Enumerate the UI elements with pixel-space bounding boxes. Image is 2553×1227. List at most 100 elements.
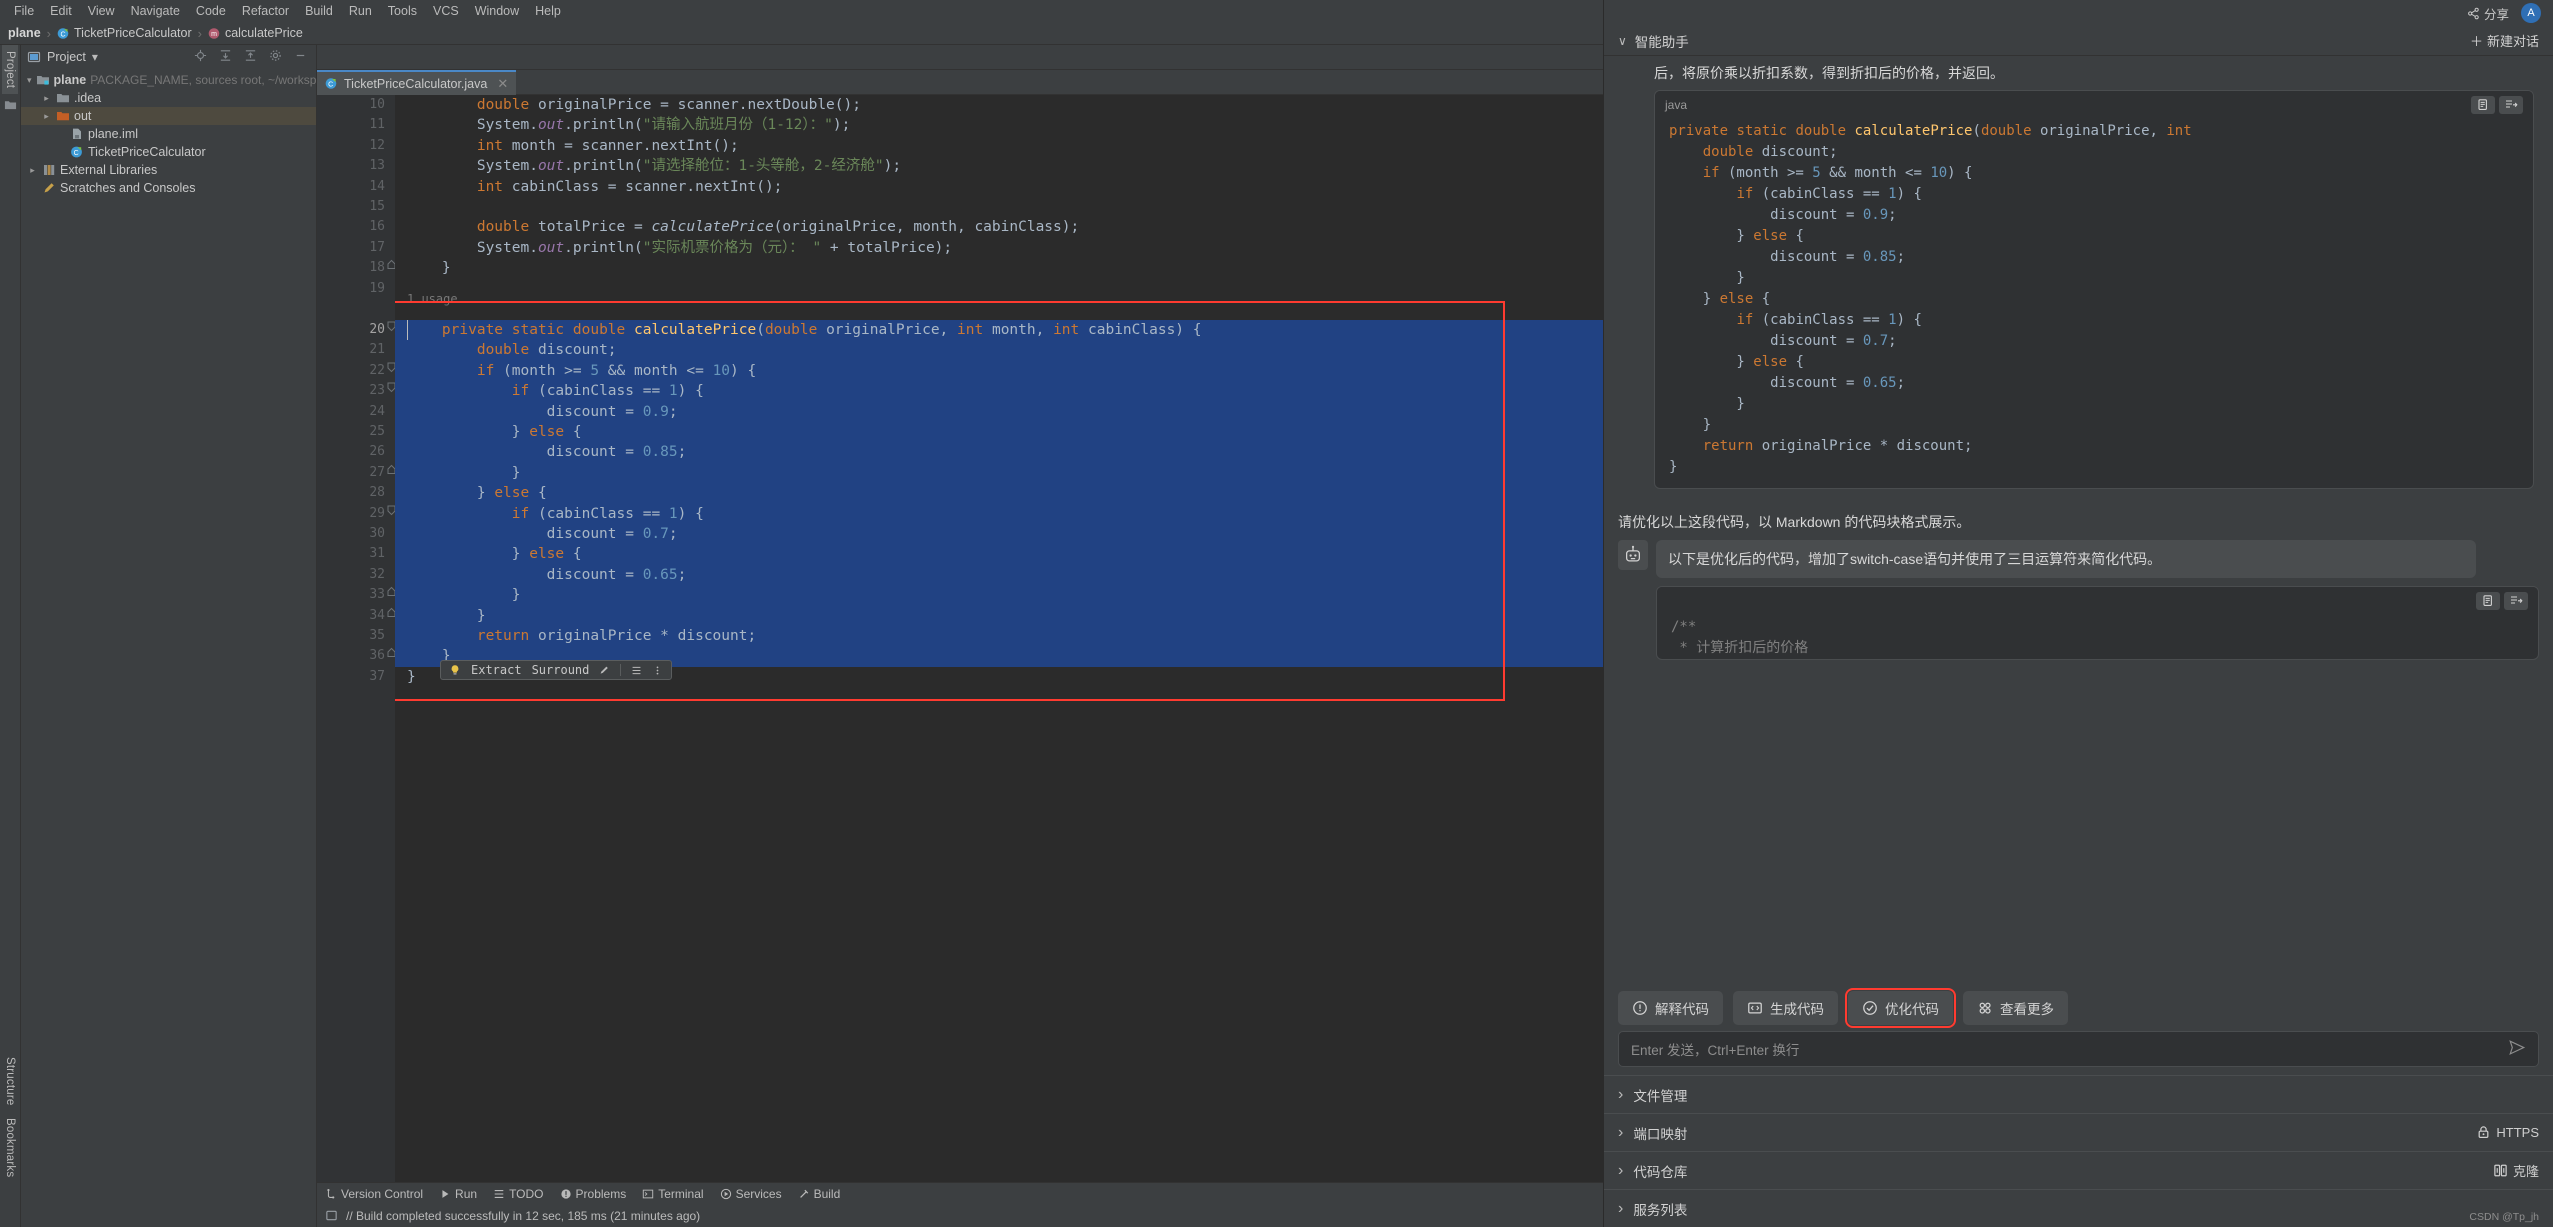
gutter-line-number[interactable]: 21 xyxy=(317,340,395,360)
sidebar-tab-project[interactable]: Project xyxy=(2,45,18,94)
chevron-right-icon[interactable]: › xyxy=(1618,1086,1623,1104)
menu-item-vcs[interactable]: VCS xyxy=(425,2,467,20)
gutter-line-number[interactable]: 15 xyxy=(317,197,395,217)
folder-icon[interactable] xyxy=(4,98,17,116)
tree-node[interactable]: ▸out xyxy=(21,107,316,125)
gutter-line-number[interactable]: 14 xyxy=(317,177,395,197)
gutter-line-number[interactable]: 12 xyxy=(317,136,395,156)
gutter-line-number[interactable]: 18 xyxy=(317,258,395,278)
gutter-line-number[interactable]: 32 xyxy=(317,565,395,585)
menu-item-code[interactable]: Code xyxy=(188,2,234,20)
gutter-line-number[interactable]: 27 xyxy=(317,463,395,483)
ai-action-0[interactable]: 解释代码 xyxy=(1618,991,1723,1025)
gutter-line-number[interactable]: 16 xyxy=(317,217,395,237)
gutter-line-number[interactable]: 25 xyxy=(317,422,395,442)
tool-window-services[interactable]: Services xyxy=(720,1187,782,1201)
gutter-line-number[interactable]: 28 xyxy=(317,483,395,503)
insert-code-icon[interactable] xyxy=(2499,96,2523,114)
intention-popup-bar[interactable]: Extract Surround xyxy=(440,660,672,680)
more-icon[interactable] xyxy=(652,665,663,676)
tree-node[interactable]: Scratches and Consoles xyxy=(21,179,316,197)
expand-all-icon[interactable] xyxy=(216,49,235,65)
chevron-down-icon[interactable]: ▾ xyxy=(92,50,98,64)
chevron-toggle-icon[interactable]: ▸ xyxy=(41,111,52,122)
gutter-line-number[interactable]: 10 xyxy=(317,95,395,115)
gutter-line-number[interactable]: 23 xyxy=(317,381,395,401)
ai-section-0[interactable]: ›文件管理 xyxy=(1604,1075,2553,1113)
tool-window-run[interactable]: Run xyxy=(439,1187,477,1201)
tool-window-problems[interactable]: Problems xyxy=(560,1187,627,1201)
gutter-line-number[interactable]: 11 xyxy=(317,115,395,135)
menu-item-run[interactable]: Run xyxy=(341,2,380,20)
editor-gutter[interactable]: 1011121314151617181920212223242526272829… xyxy=(317,95,395,1182)
chevron-right-icon[interactable]: › xyxy=(1618,1124,1623,1142)
tool-window-version-control[interactable]: Version Control xyxy=(325,1187,423,1201)
menu-item-build[interactable]: Build xyxy=(297,2,341,20)
ai-section-1[interactable]: ›端口映射HTTPS xyxy=(1604,1113,2553,1151)
tree-node[interactable]: ▸.idea xyxy=(21,89,316,107)
menu-item-refactor[interactable]: Refactor xyxy=(234,2,297,20)
ai-action-3[interactable]: 查看更多 xyxy=(1963,991,2068,1025)
collapse-all-icon[interactable] xyxy=(241,49,260,65)
sidebar-tab-bookmarks[interactable]: Bookmarks xyxy=(2,1112,18,1183)
sidebar-tab-structure[interactable]: Structure xyxy=(2,1051,18,1111)
gutter-line-number[interactable]: 19 xyxy=(317,279,395,299)
breadcrumb-method[interactable]: m calculatePrice xyxy=(208,26,303,40)
gutter-line-number[interactable]: 35 xyxy=(317,626,395,646)
pencil-icon[interactable] xyxy=(599,665,610,676)
list-icon[interactable] xyxy=(631,665,642,676)
tool-window-todo[interactable]: TODO xyxy=(493,1187,543,1201)
ai-section-3[interactable]: ›服务列表 xyxy=(1604,1189,2553,1227)
send-icon[interactable] xyxy=(2508,1039,2526,1060)
gutter-line-number[interactable]: 17 xyxy=(317,238,395,258)
menu-item-window[interactable]: Window xyxy=(467,2,527,20)
gutter-line-number[interactable]: 33 xyxy=(317,585,395,605)
chevron-right-icon[interactable]: › xyxy=(1618,1162,1623,1180)
share-button[interactable]: 分享 xyxy=(2467,4,2509,23)
gutter-line-number[interactable]: 36 xyxy=(317,646,395,666)
ai-action-2[interactable]: 优化代码 xyxy=(1848,991,1953,1025)
editor-tab[interactable]: C TicketPriceCalculator.java ✕ xyxy=(317,70,516,95)
ai-action-1[interactable]: 生成代码 xyxy=(1733,991,1838,1025)
chevron-toggle-icon[interactable]: ▸ xyxy=(41,93,52,104)
tool-window-build[interactable]: Build xyxy=(798,1187,841,1201)
locate-icon[interactable] xyxy=(191,49,210,65)
close-icon[interactable]: ✕ xyxy=(497,76,508,92)
new-chat-button[interactable]: ＋ 新建对话 xyxy=(2470,31,2539,50)
menu-item-view[interactable]: View xyxy=(80,2,123,20)
tree-node[interactable]: ▸External Libraries xyxy=(21,161,316,179)
ai-message-input[interactable]: Enter 发送，Ctrl+Enter 换行 xyxy=(1618,1031,2539,1067)
menu-item-help[interactable]: Help xyxy=(527,2,569,20)
gutter-line-number[interactable]: 31 xyxy=(317,544,395,564)
insert-code-icon[interactable] xyxy=(2504,592,2528,610)
copy-code-icon[interactable] xyxy=(2476,592,2500,610)
hide-panel-icon[interactable] xyxy=(291,49,310,65)
gutter-line-number[interactable]: 24 xyxy=(317,402,395,422)
ai-chat-scroll[interactable]: 后，将原价乘以折扣系数，得到折扣后的价格，并返回。 java private s… xyxy=(1604,56,2553,985)
project-tree[interactable]: ▾planePACKAGE_NAME, sources root, ~/work… xyxy=(21,69,316,1227)
menu-item-file[interactable]: File xyxy=(6,2,42,20)
breadcrumb-class[interactable]: C TicketPriceCalculator xyxy=(57,26,192,40)
bulb-icon[interactable] xyxy=(449,664,461,676)
chevron-toggle-icon[interactable]: ▾ xyxy=(27,75,32,86)
gutter-line-number[interactable]: 26 xyxy=(317,442,395,462)
breadcrumb-project[interactable]: plane xyxy=(8,26,41,40)
menu-item-edit[interactable]: Edit xyxy=(42,2,80,20)
gutter-line-number[interactable]: 20 xyxy=(317,320,395,340)
extract-label[interactable]: Extract xyxy=(471,663,522,677)
avatar[interactable]: A xyxy=(2521,3,2541,23)
ai-section-action[interactable]: 克隆 xyxy=(2493,1161,2539,1180)
tree-node[interactable]: CTicketPriceCalculator xyxy=(21,143,316,161)
chevron-down-icon[interactable]: ∨ xyxy=(1618,34,1627,48)
tree-node[interactable]: plane.iml xyxy=(21,125,316,143)
gutter-line-number[interactable]: 29 xyxy=(317,504,395,524)
chevron-toggle-icon[interactable]: ▸ xyxy=(27,165,38,176)
chevron-right-icon[interactable]: › xyxy=(1618,1200,1623,1218)
gutter-line-number[interactable]: 30 xyxy=(317,524,395,544)
gutter-line-number[interactable]: 13 xyxy=(317,156,395,176)
menu-item-tools[interactable]: Tools xyxy=(380,2,425,20)
tree-node[interactable]: ▾planePACKAGE_NAME, sources root, ~/work… xyxy=(21,71,316,89)
surround-label[interactable]: Surround xyxy=(532,663,590,677)
ai-section-action[interactable]: HTTPS xyxy=(2476,1125,2539,1140)
menu-item-navigate[interactable]: Navigate xyxy=(123,2,188,20)
